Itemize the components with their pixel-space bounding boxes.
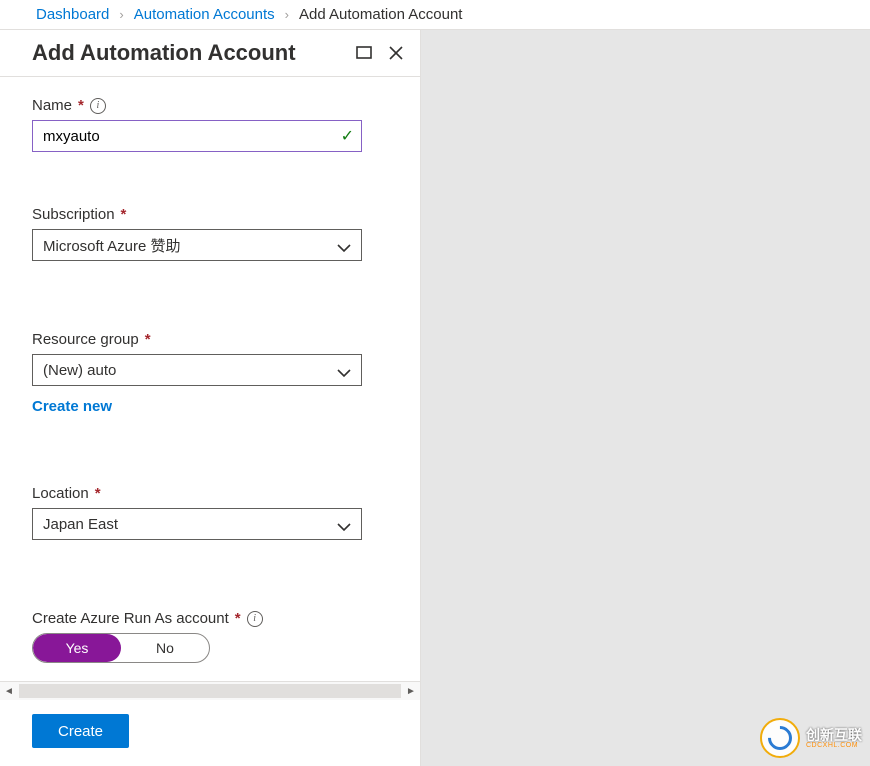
required-marker: * bbox=[121, 206, 127, 223]
info-icon[interactable]: i bbox=[90, 98, 106, 114]
blade-body[interactable]: Name * i ✓ Subscription * bbox=[0, 77, 420, 681]
field-subscription: Subscription * Microsoft Azure 赞助 bbox=[32, 206, 396, 261]
horizontal-scrollbar[interactable]: ◄ ► bbox=[0, 681, 420, 700]
breadcrumb: Dashboard › Automation Accounts › Add Au… bbox=[0, 0, 870, 29]
location-label: Location bbox=[32, 485, 89, 502]
name-label: Name bbox=[32, 97, 72, 114]
breadcrumb-current: Add Automation Account bbox=[299, 6, 462, 23]
field-name: Name * i ✓ bbox=[32, 97, 396, 152]
field-resource-group: Resource group * (New) auto Create new bbox=[32, 331, 396, 415]
watermark-text-2: CDCXHL.COM bbox=[806, 742, 862, 749]
resource-group-value: (New) auto bbox=[43, 362, 351, 379]
chevron-down-icon bbox=[337, 519, 351, 536]
toggle-yes[interactable]: Yes bbox=[33, 634, 121, 662]
watermark-text-1: 创新互联 bbox=[806, 728, 862, 742]
run-as-label: Create Azure Run As account bbox=[32, 610, 229, 627]
blade-title: Add Automation Account bbox=[32, 40, 342, 66]
watermark-logo: 创新互联 CDCXHL.COM bbox=[760, 718, 862, 758]
resource-group-dropdown[interactable]: (New) auto bbox=[32, 354, 362, 386]
resource-group-label: Resource group bbox=[32, 331, 139, 348]
required-marker: * bbox=[145, 331, 151, 348]
info-icon[interactable]: i bbox=[247, 611, 263, 627]
chevron-down-icon bbox=[337, 365, 351, 382]
create-new-link[interactable]: Create new bbox=[32, 398, 112, 415]
empty-pane bbox=[421, 30, 870, 766]
create-button[interactable]: Create bbox=[32, 714, 129, 748]
watermark-icon bbox=[760, 718, 800, 758]
blade-footer: Create bbox=[0, 700, 420, 766]
breadcrumb-sep-1: › bbox=[119, 7, 123, 22]
location-dropdown[interactable]: Japan East bbox=[32, 508, 362, 540]
subscription-dropdown[interactable]: Microsoft Azure 赞助 bbox=[32, 229, 362, 261]
subscription-label: Subscription bbox=[32, 206, 115, 223]
scroll-track[interactable] bbox=[19, 684, 401, 698]
field-location: Location * Japan East bbox=[32, 485, 396, 540]
maximize-icon[interactable] bbox=[354, 43, 374, 63]
add-automation-account-blade: Add Automation Account Name * i bbox=[0, 30, 421, 766]
run-as-toggle: Yes No bbox=[32, 633, 210, 663]
required-marker: * bbox=[235, 610, 241, 627]
field-run-as: Create Azure Run As account * i Yes No bbox=[32, 610, 396, 663]
breadcrumb-sep-2: › bbox=[285, 7, 289, 22]
breadcrumb-automation-accounts[interactable]: Automation Accounts bbox=[134, 6, 275, 23]
name-input[interactable] bbox=[32, 120, 362, 152]
breadcrumb-dashboard[interactable]: Dashboard bbox=[36, 6, 109, 23]
scroll-right-arrow[interactable]: ► bbox=[402, 682, 420, 700]
required-marker: * bbox=[95, 485, 101, 502]
location-value: Japan East bbox=[43, 516, 351, 533]
subscription-value: Microsoft Azure 赞助 bbox=[43, 235, 351, 256]
toggle-no[interactable]: No bbox=[121, 634, 209, 662]
check-icon: ✓ bbox=[341, 126, 354, 146]
blade-header: Add Automation Account bbox=[0, 30, 420, 77]
scroll-left-arrow[interactable]: ◄ bbox=[0, 682, 18, 700]
required-marker: * bbox=[78, 97, 84, 114]
close-icon[interactable] bbox=[386, 43, 406, 63]
chevron-down-icon bbox=[337, 240, 351, 257]
